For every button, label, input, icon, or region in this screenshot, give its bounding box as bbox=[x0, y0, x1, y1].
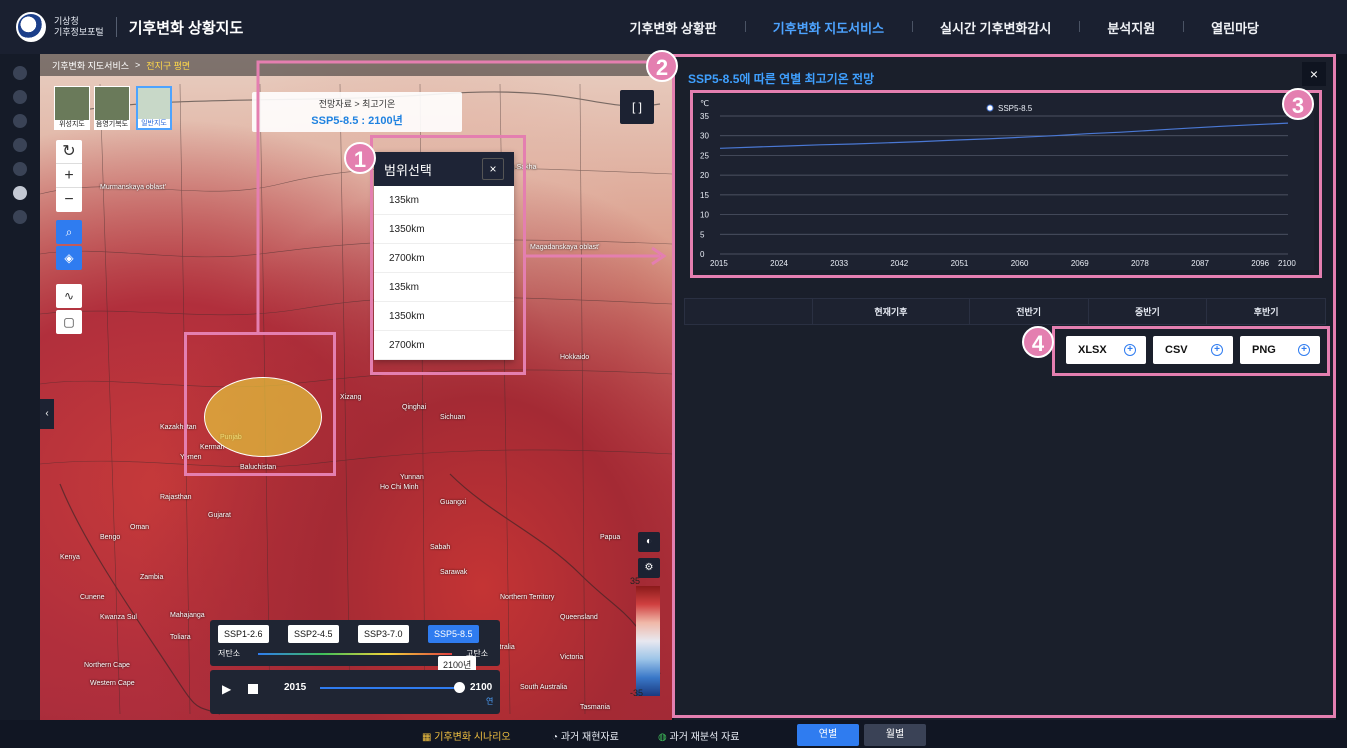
bottom-reanalysis-label: 과거 재분석 자료 bbox=[669, 732, 740, 743]
annotation-connectors bbox=[256, 60, 672, 332]
annotation-marker-1: 1 bbox=[344, 142, 376, 174]
bottom-scenario-link[interactable]: ▦ 기후변화 시나리오 bbox=[422, 728, 511, 743]
globe-search-icon: ◍ bbox=[658, 732, 670, 743]
bottom-past-reproduction-label: 과거 재현자료 bbox=[560, 732, 619, 743]
bottom-scenario-label: 기후변화 시나리오 bbox=[434, 732, 511, 743]
period-monthly-button[interactable]: 월별 bbox=[864, 724, 926, 746]
bottom-past-reproduction-link[interactable]: ◔ 과거 재현자료 bbox=[552, 728, 619, 743]
annotation-marker-4: 4 bbox=[1022, 326, 1054, 358]
bottom-reanalysis-link[interactable]: ◍ 과거 재분석 자료 bbox=[658, 728, 739, 743]
calendar-icon: ▦ bbox=[422, 732, 435, 743]
annotation-marker-3: 3 bbox=[1282, 88, 1314, 120]
bottom-bar: ▦ 기후변화 시나리오 ◔ 과거 재현자료 ◍ 과거 재분석 자료 연별 월별 bbox=[0, 720, 1347, 748]
headset-icon: ◔ bbox=[552, 732, 561, 743]
annotation-marker-2: 2 bbox=[646, 50, 678, 82]
period-annual-button[interactable]: 연별 bbox=[797, 724, 859, 746]
